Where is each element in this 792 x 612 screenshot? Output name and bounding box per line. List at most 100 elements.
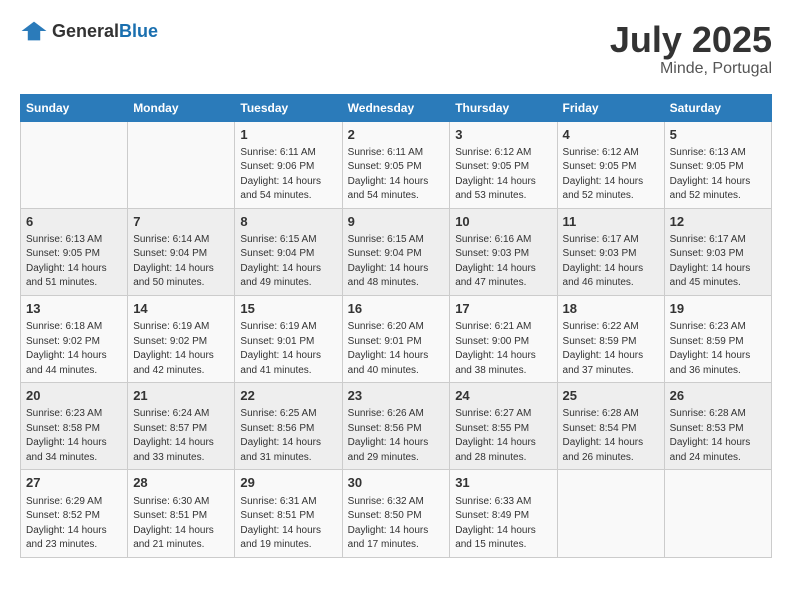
logo-general-text: General <box>52 21 119 41</box>
day-number: 2 <box>348 126 445 144</box>
weekday-header-tuesday: Tuesday <box>235 94 342 121</box>
calendar-cell: 16Sunrise: 6:20 AM Sunset: 9:01 PM Dayli… <box>342 295 450 382</box>
day-number: 19 <box>670 300 766 318</box>
calendar-cell: 26Sunrise: 6:28 AM Sunset: 8:53 PM Dayli… <box>664 383 771 470</box>
day-number: 24 <box>455 387 551 405</box>
cell-content: Sunrise: 6:18 AM Sunset: 9:02 PM Dayligh… <box>26 320 122 378</box>
cell-content: Sunrise: 6:17 AM Sunset: 9:03 PM Dayligh… <box>563 233 659 291</box>
day-number: 11 <box>563 213 659 231</box>
day-number: 23 <box>348 387 445 405</box>
day-number: 10 <box>455 213 551 231</box>
calendar-cell: 18 Sunrise: 6:22 AM Sunset: 8:59 PM Dayli… <box>557 295 664 382</box>
day-number: 13 <box>26 300 122 318</box>
day-number: 12 <box>670 213 766 231</box>
day-number: 26 <box>670 387 766 405</box>
cell-content: Sunrise: 6:21 AM Sunset: 9:00 PM Dayligh… <box>455 320 551 378</box>
location-subtitle: Minde, Portugal <box>610 60 772 78</box>
calendar-week-row: 1 Sunrise: 6:11 AM Sunset: 9:06 PM Daylig… <box>21 121 772 208</box>
cell-content: Sunrise: 6:27 AM Sunset: 8:55 PM Dayligh… <box>455 407 551 465</box>
day-number: 15 <box>240 300 336 318</box>
calendar-cell: 13 Sunrise: 6:18 AM Sunset: 9:02 PM Dayli… <box>21 295 128 382</box>
cell-content: Sunrise: 6:19 AM Sunset: 9:01 PM Dayligh… <box>240 320 336 378</box>
cell-content: Sunrise: 6:25 AM Sunset: 8:56 PM Dayligh… <box>240 407 336 465</box>
calendar-cell: 31 Sunrise: 6:33 AM Sunset: 8:49 PM Dayli… <box>450 470 557 557</box>
calendar-cell: 27Sunrise: 6:29 AM Sunset: 8:52 PM Dayli… <box>21 470 128 557</box>
calendar-cell <box>557 470 664 557</box>
day-number: 20 <box>26 387 122 405</box>
cell-content: Sunrise: 6:23 AM Sunset: 8:58 PM Dayligh… <box>26 407 122 465</box>
day-number: 18 <box>563 300 659 318</box>
calendar-cell: 21 Sunrise: 6:24 AM Sunset: 8:57 PM Dayli… <box>128 383 235 470</box>
cell-content: Sunrise: 6:11 AM Sunset: 9:06 PM Dayligh… <box>240 146 336 204</box>
cell-content: Sunrise: 6:13 AM Sunset: 9:05 PM Dayligh… <box>670 146 766 204</box>
cell-content: Sunrise: 6:23 AM Sunset: 8:59 PM Dayligh… <box>670 320 766 378</box>
cell-content: Sunrise: 6:19 AM Sunset: 9:02 PM Dayligh… <box>133 320 229 378</box>
calendar-cell: 3 Sunrise: 6:12 AM Sunset: 9:05 PM Daylig… <box>450 121 557 208</box>
calendar-cell: 23Sunrise: 6:26 AM Sunset: 8:56 PM Dayli… <box>342 383 450 470</box>
day-number: 7 <box>133 213 229 231</box>
cell-content: Sunrise: 6:31 AM Sunset: 8:51 PM Dayligh… <box>240 495 336 553</box>
calendar-table: SundayMondayTuesdayWednesdayThursdayFrid… <box>20 94 772 558</box>
cell-content: Sunrise: 6:28 AM Sunset: 8:54 PM Dayligh… <box>563 407 659 465</box>
day-number: 6 <box>26 213 122 231</box>
weekday-header-saturday: Saturday <box>664 94 771 121</box>
cell-content: Sunrise: 6:22 AM Sunset: 8:59 PM Dayligh… <box>563 320 659 378</box>
day-number: 4 <box>563 126 659 144</box>
page-header: GeneralBlue July 2025 Minde, Portugal <box>20 20 772 78</box>
calendar-week-row: 20 Sunrise: 6:23 AM Sunset: 8:58 PM Dayli… <box>21 383 772 470</box>
cell-content: Sunrise: 6:16 AM Sunset: 9:03 PM Dayligh… <box>455 233 551 291</box>
calendar-week-row: 6 Sunrise: 6:13 AM Sunset: 9:05 PM Daylig… <box>21 208 772 295</box>
day-number: 21 <box>133 387 229 405</box>
day-number: 27 <box>26 474 122 492</box>
calendar-cell: 1 Sunrise: 6:11 AM Sunset: 9:06 PM Daylig… <box>235 121 342 208</box>
calendar-cell: 7Sunrise: 6:14 AM Sunset: 9:04 PM Daylig… <box>128 208 235 295</box>
day-number: 30 <box>348 474 445 492</box>
day-number: 17 <box>455 300 551 318</box>
calendar-cell: 25 Sunrise: 6:28 AM Sunset: 8:54 PM Dayli… <box>557 383 664 470</box>
day-number: 28 <box>133 474 229 492</box>
day-number: 9 <box>348 213 445 231</box>
calendar-week-row: 13 Sunrise: 6:18 AM Sunset: 9:02 PM Dayli… <box>21 295 772 382</box>
calendar-cell <box>128 121 235 208</box>
calendar-cell: 8 Sunrise: 6:15 AM Sunset: 9:04 PM Daylig… <box>235 208 342 295</box>
day-number: 31 <box>455 474 551 492</box>
calendar-cell: 15 Sunrise: 6:19 AM Sunset: 9:01 PM Dayli… <box>235 295 342 382</box>
day-number: 8 <box>240 213 336 231</box>
calendar-cell: 4Sunrise: 6:12 AM Sunset: 9:05 PM Daylig… <box>557 121 664 208</box>
calendar-cell: 14 Sunrise: 6:19 AM Sunset: 9:02 PM Dayli… <box>128 295 235 382</box>
weekday-header-friday: Friday <box>557 94 664 121</box>
day-number: 29 <box>240 474 336 492</box>
calendar-cell: 9 Sunrise: 6:15 AM Sunset: 9:04 PM Daylig… <box>342 208 450 295</box>
day-number: 3 <box>455 126 551 144</box>
cell-content: Sunrise: 6:13 AM Sunset: 9:05 PM Dayligh… <box>26 233 122 291</box>
day-number: 1 <box>240 126 336 144</box>
cell-content: Sunrise: 6:30 AM Sunset: 8:51 PM Dayligh… <box>133 495 229 553</box>
month-title: July 2025 <box>610 20 772 60</box>
calendar-cell: 6 Sunrise: 6:13 AM Sunset: 9:05 PM Daylig… <box>21 208 128 295</box>
cell-content: Sunrise: 6:11 AM Sunset: 9:05 PM Dayligh… <box>348 146 445 204</box>
logo: GeneralBlue <box>20 20 158 42</box>
cell-content: Sunrise: 6:15 AM Sunset: 9:04 PM Dayligh… <box>348 233 445 291</box>
calendar-cell: 28 Sunrise: 6:30 AM Sunset: 8:51 PM Dayli… <box>128 470 235 557</box>
cell-content: Sunrise: 6:17 AM Sunset: 9:03 PM Dayligh… <box>670 233 766 291</box>
day-number: 14 <box>133 300 229 318</box>
day-number: 22 <box>240 387 336 405</box>
day-number: 16 <box>348 300 445 318</box>
calendar-cell: 20 Sunrise: 6:23 AM Sunset: 8:58 PM Dayli… <box>21 383 128 470</box>
calendar-cell: 19 Sunrise: 6:23 AM Sunset: 8:59 PM Dayli… <box>664 295 771 382</box>
logo-icon <box>20 20 48 42</box>
weekday-header-monday: Monday <box>128 94 235 121</box>
cell-content: Sunrise: 6:12 AM Sunset: 9:05 PM Dayligh… <box>455 146 551 204</box>
day-number: 25 <box>563 387 659 405</box>
weekday-header-sunday: Sunday <box>21 94 128 121</box>
calendar-header-row: SundayMondayTuesdayWednesdayThursdayFrid… <box>21 94 772 121</box>
calendar-cell: 24 Sunrise: 6:27 AM Sunset: 8:55 PM Dayli… <box>450 383 557 470</box>
calendar-cell: 12 Sunrise: 6:17 AM Sunset: 9:03 PM Dayli… <box>664 208 771 295</box>
cell-content: Sunrise: 6:15 AM Sunset: 9:04 PM Dayligh… <box>240 233 336 291</box>
cell-content: Sunrise: 6:24 AM Sunset: 8:57 PM Dayligh… <box>133 407 229 465</box>
calendar-cell <box>664 470 771 557</box>
weekday-header-thursday: Thursday <box>450 94 557 121</box>
calendar-cell: 11 Sunrise: 6:17 AM Sunset: 9:03 PM Dayli… <box>557 208 664 295</box>
title-block: July 2025 Minde, Portugal <box>610 20 772 78</box>
cell-content: Sunrise: 6:33 AM Sunset: 8:49 PM Dayligh… <box>455 495 551 553</box>
